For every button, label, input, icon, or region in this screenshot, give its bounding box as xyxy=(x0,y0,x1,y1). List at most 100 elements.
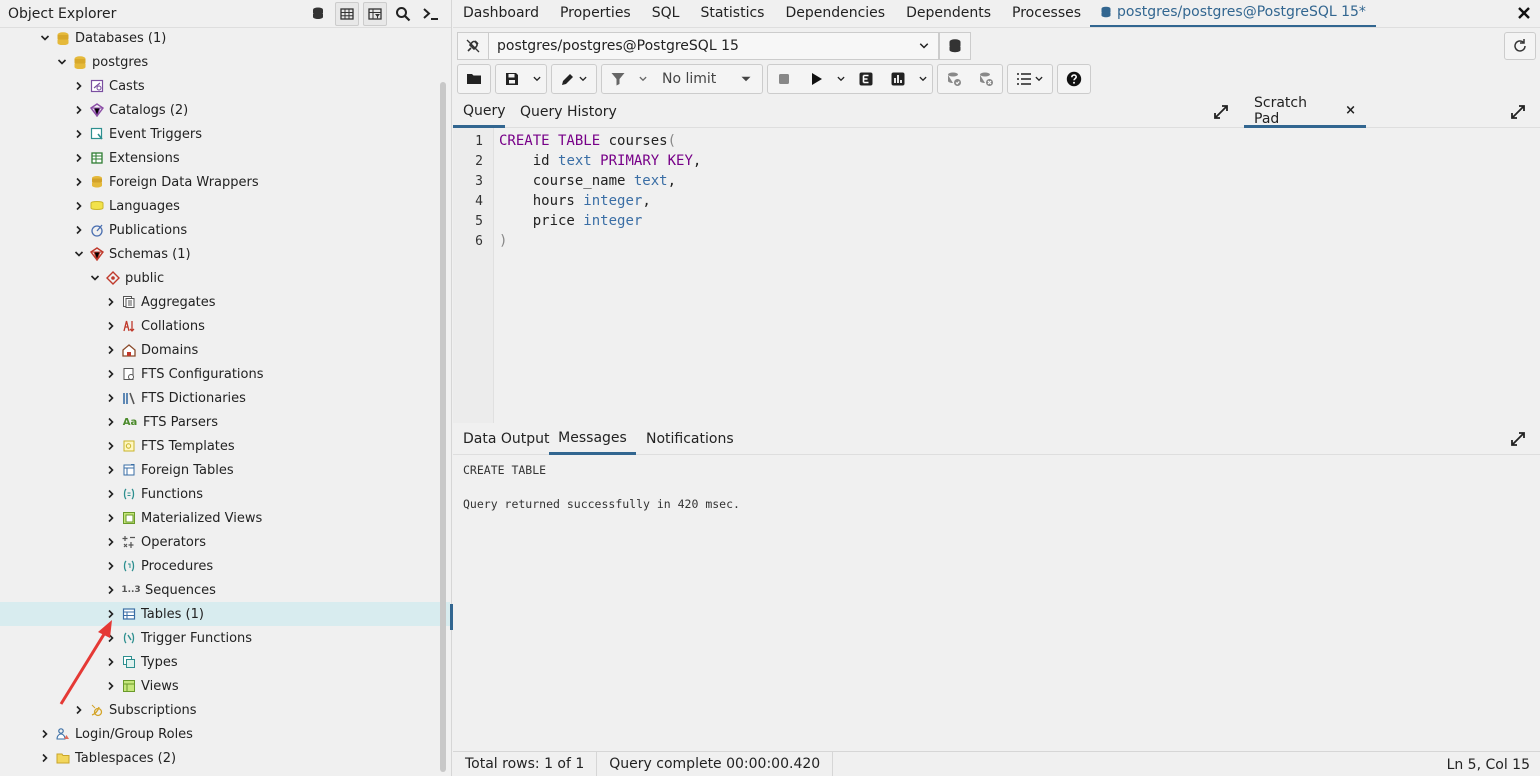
tab-notifications[interactable]: Notifications xyxy=(636,423,744,455)
tab-data-output[interactable]: Data Output xyxy=(453,423,560,455)
chevron-right-icon[interactable] xyxy=(104,559,118,573)
open-file-button[interactable] xyxy=(458,65,490,93)
tree-node-foreign-tables[interactable]: Foreign Tables xyxy=(104,458,234,482)
chevron-right-icon[interactable] xyxy=(104,463,118,477)
tree-node-collations[interactable]: Collations xyxy=(104,314,205,338)
tree-node-aggregates[interactable]: Aggregates xyxy=(104,290,216,314)
tree-node-fts-dictionaries[interactable]: FTS Dictionaries xyxy=(104,386,246,410)
chevron-right-icon[interactable] xyxy=(104,367,118,381)
view-data-button[interactable] xyxy=(335,1,359,26)
reset-layout-button[interactable] xyxy=(1504,32,1536,60)
tree-node-operators[interactable]: Operators xyxy=(104,530,206,554)
tree-node-trigger-functions[interactable]: Trigger Functions xyxy=(104,626,252,650)
execute-options-dropdown[interactable] xyxy=(832,65,850,93)
tree-node-event-triggers[interactable]: Event Triggers xyxy=(72,122,202,146)
chevron-right-icon[interactable] xyxy=(104,535,118,549)
filter-button[interactable] xyxy=(602,65,634,93)
tab-query[interactable]: Query xyxy=(453,96,506,128)
connection-status-button[interactable] xyxy=(457,32,489,60)
stop-button[interactable] xyxy=(768,65,800,93)
tree-node-procedures[interactable]: Procedures xyxy=(104,554,213,578)
tree-node-materialized-views[interactable]: Materialized Views xyxy=(104,506,262,530)
chevron-right-icon[interactable] xyxy=(72,103,86,117)
save-file-button[interactable] xyxy=(496,65,528,93)
explain-analyze-button[interactable] xyxy=(882,65,914,93)
chevron-right-icon[interactable] xyxy=(72,127,86,141)
expand-icon[interactable] xyxy=(1510,104,1526,120)
chevron-right-icon[interactable] xyxy=(38,727,52,741)
chevron-right-icon[interactable] xyxy=(104,583,118,597)
tree-node-foreign-data-wrappers[interactable]: Foreign Data Wrappers xyxy=(72,170,259,194)
scratch-pad-close-icon[interactable]: × xyxy=(1345,103,1356,118)
chevron-right-icon[interactable] xyxy=(104,487,118,501)
new-connection-button[interactable] xyxy=(939,32,971,60)
chevron-right-icon[interactable] xyxy=(104,391,118,405)
chevron-right-icon[interactable] xyxy=(104,295,118,309)
commit-button[interactable] xyxy=(938,65,970,93)
close-icon[interactable] xyxy=(1516,5,1532,21)
tree-node-databases-1[interactable]: Databases (1) xyxy=(38,26,166,50)
tree-node-public[interactable]: public xyxy=(88,266,164,290)
explain-button[interactable] xyxy=(850,65,882,93)
tree-node-subscriptions[interactable]: Subscriptions xyxy=(72,698,197,722)
chevron-right-icon[interactable] xyxy=(38,751,52,765)
chevron-right-icon[interactable] xyxy=(72,223,86,237)
tree-scrollbar[interactable] xyxy=(440,82,446,772)
tab-statistics[interactable]: Statistics xyxy=(688,0,772,27)
expand-icon[interactable] xyxy=(1213,104,1229,120)
execute-button[interactable] xyxy=(800,65,832,93)
tab-dependencies[interactable]: Dependencies xyxy=(773,0,893,27)
chevron-right-icon[interactable] xyxy=(72,703,86,717)
tab-scratch-pad[interactable]: Scratch Pad × xyxy=(1244,95,1366,128)
chevron-down-icon[interactable] xyxy=(38,31,52,45)
psql-tool-button[interactable] xyxy=(419,2,443,26)
rollback-button[interactable] xyxy=(970,65,1002,93)
query-tool-button[interactable] xyxy=(307,2,331,26)
tree-node-casts[interactable]: Casts xyxy=(72,74,145,98)
tab-dependents[interactable]: Dependents xyxy=(894,0,999,27)
tree-node-extensions[interactable]: Extensions xyxy=(72,146,180,170)
chevron-down-icon[interactable] xyxy=(55,55,69,69)
explain-options-dropdown[interactable] xyxy=(914,65,932,93)
save-options-dropdown[interactable] xyxy=(528,65,546,93)
chevron-right-icon[interactable] xyxy=(104,319,118,333)
tree-node-schemas-1[interactable]: Schemas (1) xyxy=(72,242,191,266)
chevron-right-icon[interactable] xyxy=(72,199,86,213)
row-limit-select[interactable]: No limit xyxy=(652,65,762,93)
tree-node-login-group-roles[interactable]: Login/Group Roles xyxy=(38,722,193,746)
macros-button[interactable] xyxy=(1008,65,1052,93)
filtered-rows-button[interactable] xyxy=(363,1,387,26)
sql-editor[interactable]: 1 2 3 4 5 6 CREATE TABLE courses( id tex… xyxy=(453,128,1540,423)
chevron-right-icon[interactable] xyxy=(104,655,118,669)
tree-node-catalogs-2[interactable]: Catalogs (2) xyxy=(72,98,188,122)
chevron-right-icon[interactable] xyxy=(72,79,86,93)
expand-icon[interactable] xyxy=(1510,431,1526,447)
chevron-right-icon[interactable] xyxy=(72,151,86,165)
help-button[interactable] xyxy=(1058,65,1090,93)
chevron-right-icon[interactable] xyxy=(104,439,118,453)
tree-node-tablespaces-2[interactable]: Tablespaces (2) xyxy=(38,746,176,770)
tree-node-functions[interactable]: Functions xyxy=(104,482,203,506)
connection-select[interactable]: postgres/postgres@PostgreSQL 15 xyxy=(489,32,939,60)
chevron-right-icon[interactable] xyxy=(104,679,118,693)
tree-node-publications[interactable]: Publications xyxy=(72,218,187,242)
chevron-down-icon[interactable] xyxy=(88,271,102,285)
chevron-right-icon[interactable] xyxy=(104,511,118,525)
tree-node-fts-configurations[interactable]: FTS Configurations xyxy=(104,362,264,386)
tab-query-tool[interactable]: postgres/postgres@PostgreSQL 15* xyxy=(1090,0,1376,27)
tree-node-sequences[interactable]: 1..3 Sequences xyxy=(104,578,216,602)
tab-processes[interactable]: Processes xyxy=(1000,0,1089,27)
tree-node-fts-templates[interactable]: FTS Templates xyxy=(104,434,235,458)
tree-node-postgres[interactable]: postgres xyxy=(55,50,148,74)
chevron-right-icon[interactable] xyxy=(104,607,118,621)
tree-node-tables-1[interactable]: Tables (1) xyxy=(0,602,450,626)
chevron-right-icon[interactable] xyxy=(104,343,118,357)
tree-node-types[interactable]: Types xyxy=(104,650,178,674)
tab-messages[interactable]: Messages xyxy=(549,423,636,455)
edit-options-button[interactable] xyxy=(552,65,596,93)
chevron-right-icon[interactable] xyxy=(104,631,118,645)
tab-sql[interactable]: SQL xyxy=(640,0,688,27)
tree-node-languages[interactable]: Languages xyxy=(72,194,180,218)
tree-node-views[interactable]: Views xyxy=(104,674,179,698)
tab-query-history[interactable]: Query History xyxy=(510,96,627,128)
